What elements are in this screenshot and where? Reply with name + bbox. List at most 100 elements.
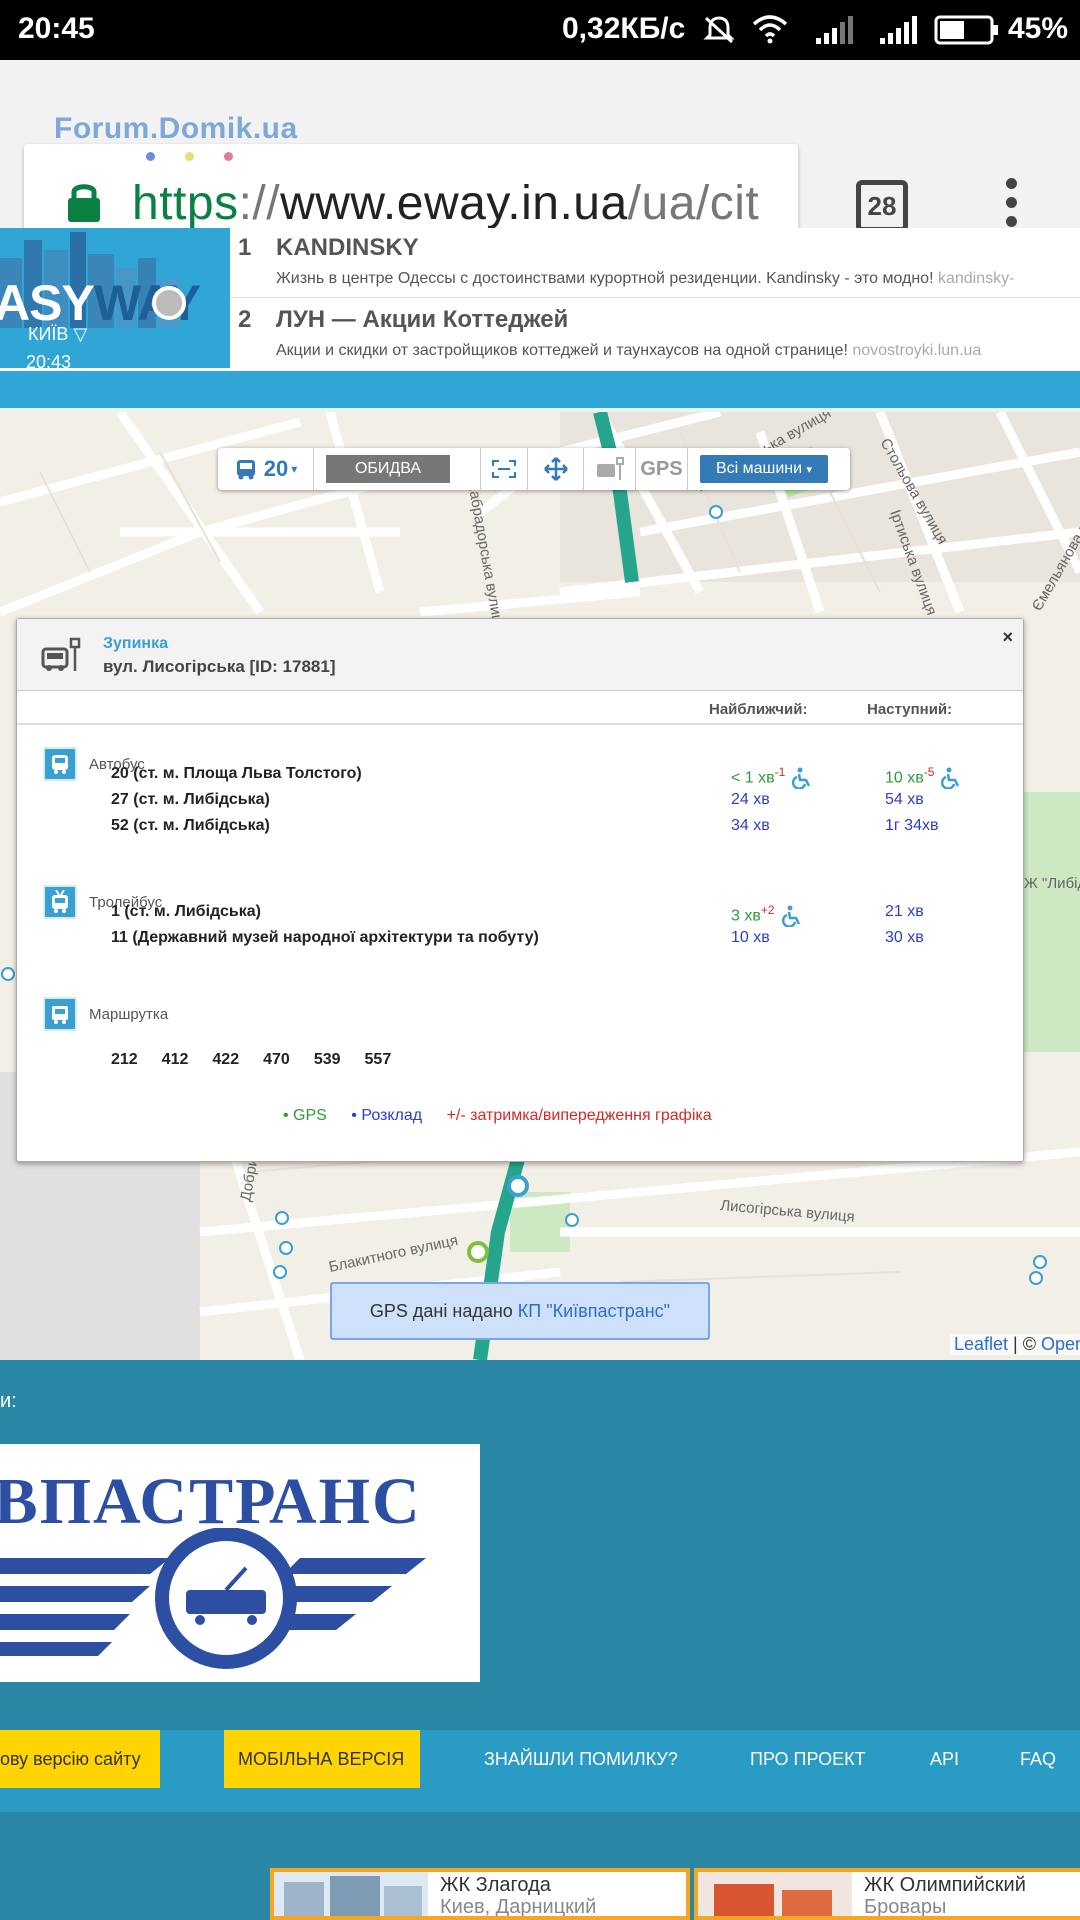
all-vehicles-button[interactable]: Всі машини ▾	[700, 455, 828, 483]
menu-button[interactable]	[1000, 178, 1022, 234]
status-time: 20:45	[18, 12, 95, 45]
bus-stop-icon	[596, 457, 624, 480]
api-link[interactable]: API	[930, 1730, 959, 1788]
chevron-down-icon: ▽	[73, 324, 88, 344]
dot-icon	[1005, 178, 1017, 189]
route-selector[interactable]: 20 ▾	[218, 448, 314, 490]
status-speed: 0,32КБ/с	[562, 12, 686, 45]
close-icon[interactable]: ×	[1002, 627, 1013, 648]
stops-button[interactable]	[584, 448, 636, 490]
wifi-icon	[752, 15, 788, 44]
promo-card[interactable]: ЖК Злагода Киев, Дарницкий	[270, 1868, 690, 1920]
ad-title[interactable]: ЛУН — Акции Коттеджей	[276, 306, 568, 334]
move-button[interactable]	[528, 448, 584, 490]
city-selector[interactable]: КИЇВ ▽	[28, 324, 87, 345]
route-name[interactable]: 11 (Державний музей народної архітектури…	[111, 929, 539, 947]
route-row[interactable]: 52 (ст. м. Либідська) 34 хв 1г 34хв	[111, 817, 1011, 839]
page-footer: и: ЇВПАСТРАНС ову версію сайту МОБІЛЬНА …	[0, 1360, 1080, 1920]
legend-delay: +/- затримка/випередження графіка	[446, 1107, 712, 1124]
header-stripe	[0, 368, 1080, 412]
route-row[interactable]: 11 (Державний музей народної архітектури…	[111, 929, 1011, 951]
minibus-route[interactable]: 539	[314, 1051, 341, 1068]
route-number: 20	[263, 456, 289, 481]
report-error-link[interactable]: ЗНАЙШЛИ ПОМИЛКУ?	[484, 1730, 678, 1788]
route-name[interactable]: 1 (ст. м. Либідська)	[111, 903, 261, 921]
gps-data-note: GPS дані надано КП "Київпастранс"	[330, 1282, 710, 1340]
promo-subtitle: Бровары	[864, 1896, 947, 1916]
footer-nav: ову версію сайту МОБІЛЬНА ВЕРСІЯ ЗНАЙШЛИ…	[0, 1730, 1080, 1812]
route-name[interactable]: 20 (ст. м. Площа Льва Толстого)	[111, 765, 362, 783]
route-row[interactable]: 27 (ст. м. Либідська) 24 хв 54 хв	[111, 791, 1011, 813]
legend-gps: • GPS	[283, 1107, 327, 1124]
stop-popup: Зупинка вул. Лисогірська [ID: 17881] × Н…	[16, 618, 1024, 1162]
delay-value: -5	[923, 765, 935, 779]
minibus-route[interactable]: 557	[365, 1051, 392, 1068]
bus-stop-icon	[41, 637, 81, 671]
minibus-route[interactable]: 412	[162, 1051, 189, 1068]
tabs-button[interactable]: 28	[856, 180, 908, 232]
promo-subtitle: Киев, Дарницкий	[440, 1896, 597, 1916]
site-header: ASYWAY КИЇВ ▽ 20:43 1 KANDINSKY Жизнь в …	[0, 228, 1080, 370]
fit-bounds-icon	[492, 460, 516, 478]
map-view[interactable]: Павлодарська вулиця Стольова вулиця Ірти…	[0, 412, 1080, 1360]
about-link[interactable]: ПРО ПРОЕКТ	[750, 1730, 866, 1788]
promo-title: ЖК Злагода	[440, 1874, 551, 1896]
site-logo[interactable]: ASYWAY КИЇВ ▽ 20:43	[0, 228, 230, 368]
status-bar: 20:45 0,32КБ/с 45%	[0, 0, 1080, 60]
ad-item[interactable]: 2 ЛУН — Акции Коттеджей Акции и скидки о…	[230, 300, 1080, 370]
route-row[interactable]: 20 (ст. м. Площа Льва Толстого) < 1 хв-1 1…	[111, 765, 1011, 790]
wheelchair-icon	[941, 767, 960, 790]
mobile-version-link[interactable]: МОБІЛЬНА ВЕРСІЯ	[224, 1730, 420, 1788]
url-text[interactable]: https://www.eway.in.ua/ua/cit	[132, 176, 759, 231]
kpt-link[interactable]: КП "Київпастранс"	[518, 1301, 670, 1321]
dot-icon	[1005, 216, 1017, 227]
route-name[interactable]: 52 (ст. м. Либідська)	[111, 817, 270, 835]
map-attribution: Leaflet | © Open	[950, 1334, 1080, 1355]
leaflet-link[interactable]: Leaflet	[954, 1334, 1008, 1354]
ad-title[interactable]: KANDINSKY	[276, 234, 419, 262]
minibus-route[interactable]: 470	[263, 1051, 290, 1068]
minibus-icon	[43, 997, 77, 1031]
street-label: Ж "Либід	[1024, 875, 1080, 892]
logo-circle-icon	[152, 286, 186, 320]
promo-title: ЖК Олимпийский	[864, 1874, 1026, 1896]
col-next-header: Наступний:	[867, 701, 953, 718]
minibus-routes: 212 412 422 470 539 557	[111, 1051, 415, 1069]
ad-block: 1 KANDINSKY Жизнь в центре Одессы с дост…	[230, 228, 1080, 370]
wheelchair-icon	[781, 905, 800, 928]
trolleybus-icon	[43, 885, 77, 919]
dot-icon	[1005, 197, 1017, 208]
popup-header: Зупинка вул. Лисогірська [ID: 17881] ×	[17, 619, 1023, 691]
delay-value: -1	[774, 765, 786, 779]
signal-icon	[880, 16, 917, 44]
next-arrival: 21 хв	[885, 903, 924, 920]
gps-button[interactable]: GPS	[636, 448, 688, 490]
popup-legend: • GPS • Розклад +/- затримка/випередженн…	[283, 1107, 712, 1125]
watermark: Forum.Domik.ua	[54, 112, 298, 145]
popup-title[interactable]: Зупинка	[103, 635, 168, 653]
wheelchair-icon	[792, 767, 811, 790]
faq-link[interactable]: FAQ	[1020, 1730, 1056, 1788]
tram-wings-icon	[0, 1528, 426, 1669]
direction-button[interactable]: ОБИДВА	[326, 455, 450, 483]
osm-link[interactable]: Open	[1041, 1334, 1080, 1354]
next-arrival: 10 хв-5	[885, 765, 962, 790]
minibus-route[interactable]: 212	[111, 1051, 138, 1068]
route-row[interactable]: 1 (ст. м. Либідська) 3 хв+2 21 хв	[111, 903, 1011, 928]
ad-item[interactable]: 1 KANDINSKY Жизнь в центре Одессы с дост…	[230, 228, 1080, 298]
kyivpastrans-logo[interactable]: ЇВПАСТРАНС	[0, 1444, 480, 1682]
nearest-arrival: < 1 хв-1	[731, 765, 813, 790]
route-name[interactable]: 27 (ст. м. Либідська)	[111, 791, 270, 809]
divider	[17, 723, 1023, 725]
nearest-arrival: 24 хв	[731, 791, 770, 808]
stop-name: вул. Лисогірська [ID: 17881]	[103, 657, 336, 676]
full-version-link[interactable]: ову версію сайту	[0, 1730, 160, 1788]
move-icon	[543, 457, 568, 481]
battery-percent: 45%	[1008, 12, 1069, 45]
fit-bounds-button[interactable]	[480, 448, 528, 490]
minibus-route[interactable]: 422	[212, 1051, 239, 1068]
nearest-arrival: 34 хв	[731, 817, 770, 834]
promo-image	[698, 1872, 852, 1916]
next-arrival: 30 хв	[885, 929, 924, 946]
promo-card[interactable]: ЖК Олимпийский Бровары	[694, 1868, 1080, 1920]
